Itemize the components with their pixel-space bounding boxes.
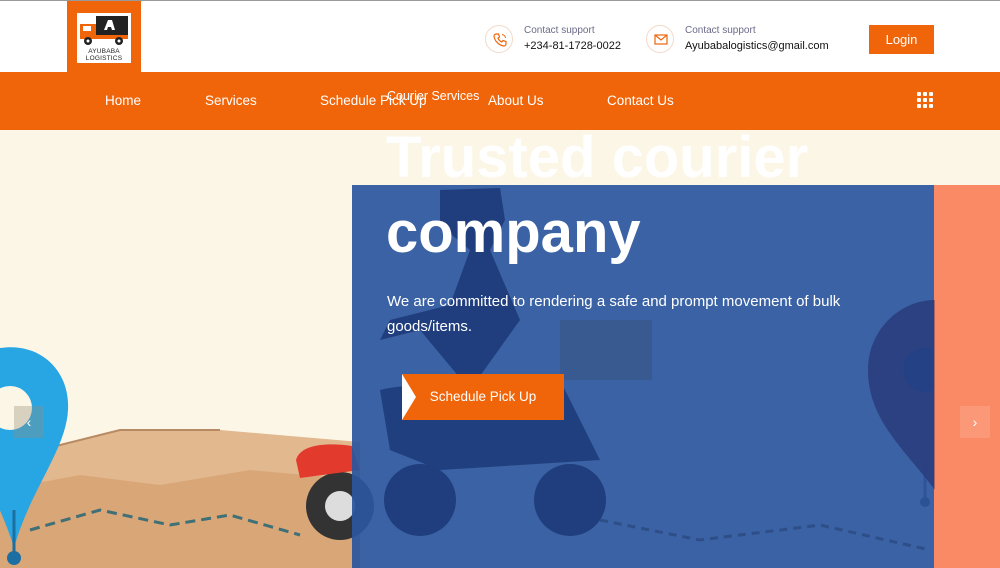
nav-home[interactable]: Home <box>105 93 141 108</box>
logo[interactable]: AYUBABA LOGISTICS <box>67 1 141 73</box>
logo-badge: AYUBABA LOGISTICS <box>77 13 131 63</box>
logo-text-line2: LOGISTICS <box>85 55 123 62</box>
chevron-left-icon[interactable]: ‹ <box>14 406 44 438</box>
hero-headline: Trusted courier company <box>386 125 809 265</box>
login-button[interactable]: Login <box>869 25 934 54</box>
top-bar: AYUBABA LOGISTICS Contact support +234-8… <box>0 0 1000 73</box>
email-address[interactable]: Ayubabalogistics@gmail.com <box>685 40 829 52</box>
logo-text-line1: AYUBABA <box>88 48 120 55</box>
phone-icon <box>485 25 513 53</box>
hero-subtext: We are committed to rendering a safe and… <box>387 293 841 335</box>
phone-label: Contact support <box>524 25 595 36</box>
schedule-pick-up-button[interactable]: Schedule Pick Up <box>402 374 564 420</box>
nav-services[interactable]: Services <box>205 93 257 108</box>
cta-label: Schedule Pick Up <box>429 389 537 404</box>
nav-contact-us[interactable]: Contact Us <box>607 93 674 108</box>
grid-menu-icon[interactable] <box>917 92 934 109</box>
nav-about-us[interactable]: About Us <box>488 93 544 108</box>
email-label: Contact support <box>685 25 756 36</box>
truck-icon <box>80 16 128 45</box>
chevron-right-icon[interactable]: › <box>960 406 990 438</box>
cta-notch <box>402 374 416 420</box>
phone-number[interactable]: +234-81-1728-0022 <box>524 40 621 52</box>
mail-icon <box>646 25 674 53</box>
hero-kicker: Courier Services <box>387 89 480 103</box>
